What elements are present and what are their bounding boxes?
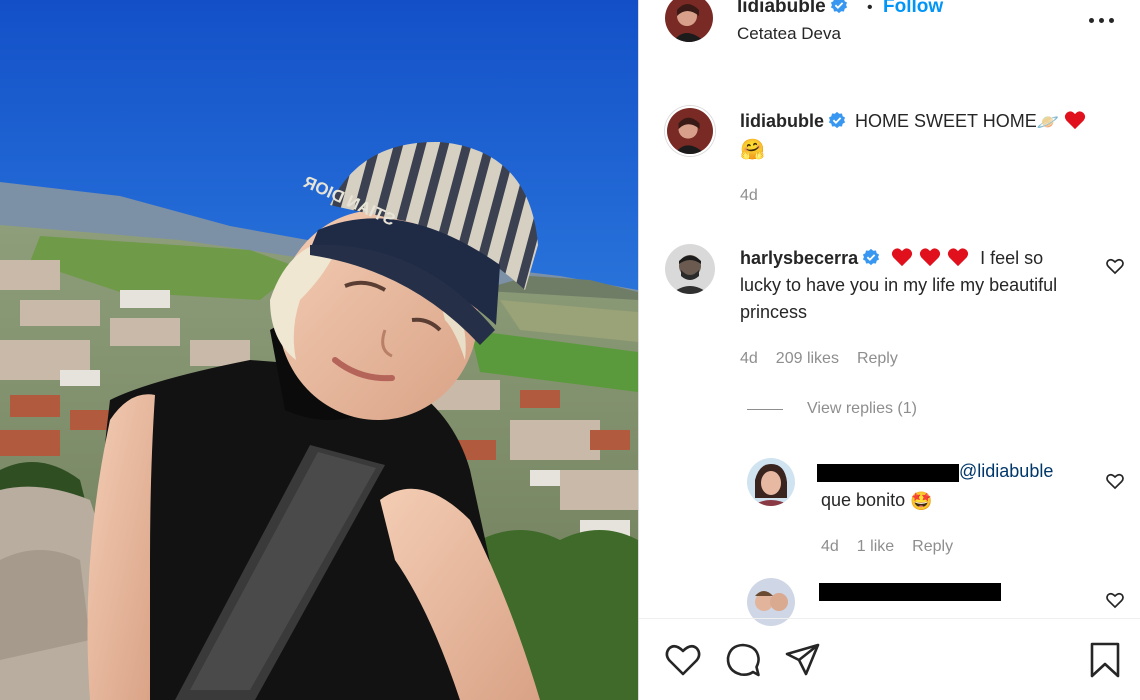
follow-button[interactable]: Follow <box>883 0 943 18</box>
caption-username[interactable]: lidiabuble <box>740 111 824 131</box>
comment-text: harlysbecerra I feel so lucky to have yo… <box>740 245 1075 326</box>
like-comment-icon[interactable] <box>1105 590 1125 610</box>
mention-link[interactable]: @lidiabuble <box>959 461 1053 481</box>
reply-button[interactable]: Reply <box>912 538 953 555</box>
red-heart-emoji <box>891 248 913 267</box>
separator-dot: • <box>867 0 873 16</box>
reply-likes[interactable]: 1 like <box>857 538 894 555</box>
reply-mention: @lidiabuble <box>959 458 1053 485</box>
author-username-link[interactable]: lidiabuble <box>737 0 848 18</box>
star-struck-emoji: 🤩 <box>910 491 933 512</box>
comment-likes[interactable]: 209 likes <box>776 350 839 367</box>
caption-text: lidiabuble HOME SWEET HOME🪐 🤗 <box>740 108 1130 163</box>
caption-avatar[interactable] <box>665 106 715 156</box>
like-comment-icon[interactable] <box>1105 471 1125 491</box>
caption-body: HOME SWEET HOME <box>855 111 1037 131</box>
planet-emoji: 🪐 <box>1036 112 1060 133</box>
caption-timestamp[interactable]: 4d <box>740 187 758 204</box>
selfie-photo: STIAN DIOR <box>0 0 638 700</box>
location-link[interactable]: Cetatea Deva <box>737 24 841 44</box>
comment-timestamp[interactable]: 4d <box>740 350 758 367</box>
view-replies-line <box>747 409 783 410</box>
commenter-avatar[interactable] <box>665 244 715 294</box>
comment-meta: 4d 209 likes Reply <box>740 350 916 368</box>
verified-badge-icon <box>862 248 880 266</box>
author-username[interactable]: lidiabuble <box>737 0 826 17</box>
post-photo[interactable]: STIAN DIOR <box>0 0 638 700</box>
reply-button[interactable]: Reply <box>857 350 898 367</box>
reply-avatar[interactable] <box>747 458 795 506</box>
comment-body-rest: lucky to have you in my life my beautifu… <box>740 275 1058 322</box>
reply-body: que bonito <box>821 490 906 510</box>
hugging-face-emoji: 🤗 <box>740 137 765 161</box>
redacted-username <box>819 583 1001 601</box>
comment-icon[interactable] <box>723 640 763 680</box>
comment-body-start: I feel so <box>980 248 1044 268</box>
caption-age: 4d <box>740 187 776 205</box>
save-icon[interactable] <box>1085 640 1125 680</box>
redacted-username <box>817 464 959 482</box>
like-icon[interactable] <box>663 640 703 680</box>
more-options-icon[interactable] <box>1087 10 1117 30</box>
red-heart-emoji <box>919 248 941 267</box>
share-icon[interactable] <box>783 640 823 680</box>
reply-meta: 4d 1 like Reply <box>821 538 971 556</box>
view-replies-button[interactable]: View replies (1) <box>807 400 917 418</box>
author-avatar[interactable] <box>665 0 713 42</box>
post-details-panel: lidiabuble • Follow Cetatea Deva lidiabu… <box>638 0 1140 700</box>
reply-timestamp[interactable]: 4d <box>821 538 839 555</box>
like-comment-icon[interactable] <box>1105 256 1125 276</box>
action-bar-divider <box>639 618 1140 619</box>
red-heart-emoji <box>1065 111 1086 130</box>
reply-text: que bonito 🤩 <box>821 487 933 515</box>
verified-badge-icon <box>828 111 846 129</box>
verified-badge-icon <box>830 0 847 14</box>
comment-username[interactable]: harlysbecerra <box>740 248 858 268</box>
red-heart-emoji <box>947 248 969 267</box>
